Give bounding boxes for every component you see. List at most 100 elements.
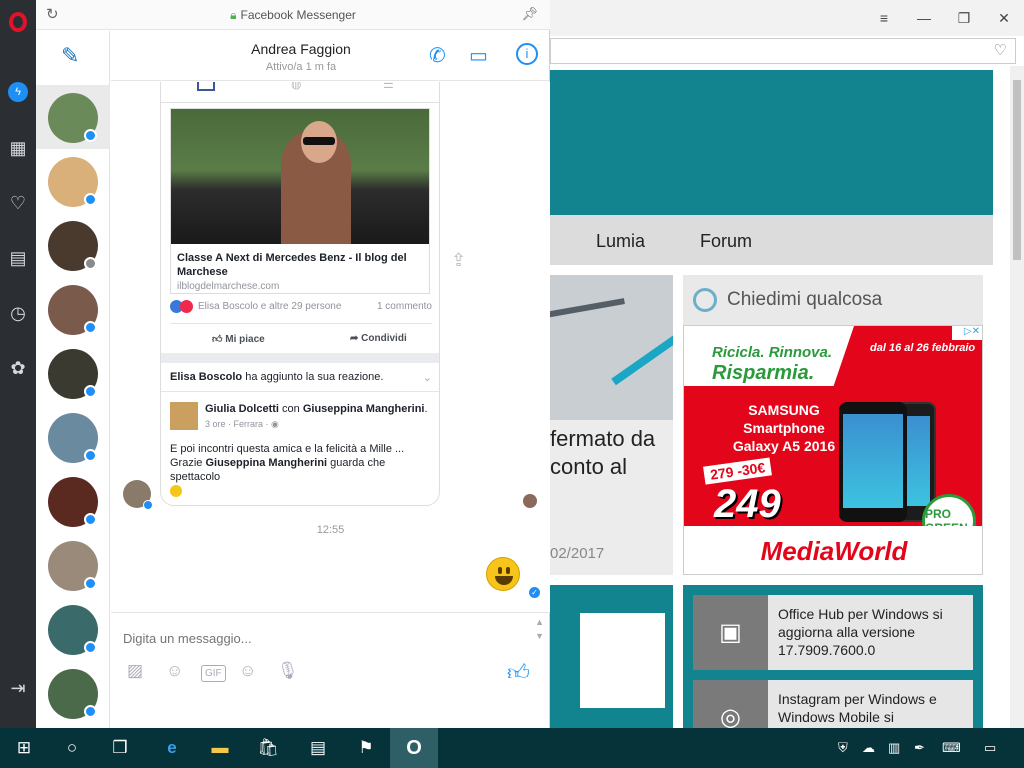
like-button[interactable]: 👍︎ Mi piace <box>212 333 265 345</box>
opera-menu-button[interactable] <box>0 4 36 40</box>
onedrive-icon[interactable]: ☁ <box>862 740 875 756</box>
bookmarks-button[interactable]: ♡ <box>0 185 36 221</box>
thumbs-up-send-icon[interactable]: 👍︎ <box>507 659 530 686</box>
sidebar-box: Chiedimi qualcosa ▷✕ Ricicla. Rinnova. R… <box>683 275 983 575</box>
page-scrollbar[interactable] <box>1010 66 1024 728</box>
thumb-up-icon: 👍︎ <box>212 334 223 345</box>
start-button[interactable]: ⊞ <box>0 728 48 768</box>
edge-icon: e <box>167 738 177 757</box>
news-item-title: Office Hub per Windows si aggiorna alla … <box>778 606 943 658</box>
puzzle-icon: ✿ <box>10 357 26 378</box>
friend-post: Giulia Dolcetti con Giuseppina Mangherin… <box>161 391 439 498</box>
shared-post-card[interactable]: ◍ ☰ Classe A Next di Mercedes Benz - Il … <box>160 82 440 506</box>
conversation-item[interactable] <box>36 277 110 341</box>
smiley-emoji-message <box>486 557 520 591</box>
windows-app-taskbar-button[interactable]: ⚑ <box>342 728 390 768</box>
console-image <box>580 613 665 708</box>
sticker-icon[interactable]: ☺ <box>166 661 183 681</box>
link-preview[interactable]: Classe A Next di Mercedes Benz - Il blog… <box>170 108 430 294</box>
pen-icon[interactable]: ✒ <box>914 740 925 756</box>
tab-menu-icon[interactable]: ≡ <box>864 10 904 26</box>
edge-taskbar-button[interactable]: e <box>148 728 196 768</box>
scrollbar-thumb[interactable] <box>1013 80 1021 260</box>
restore-button[interactable]: ❐ <box>944 10 984 27</box>
conversation-item[interactable] <box>36 85 110 149</box>
conversation-item[interactable] <box>36 405 110 469</box>
compose-icon[interactable]: ✎ <box>61 43 79 69</box>
extensions-button[interactable]: ✿ <box>0 350 36 386</box>
conversation-item[interactable] <box>36 213 110 277</box>
history-button[interactable]: ◷ <box>0 295 36 331</box>
windows-logo-icon: ⊞ <box>16 738 32 757</box>
messenger-panel: ↻ 🔒︎ Facebook Messenger 📌︎ ✎ Andrea Faggi… <box>36 0 550 728</box>
news-taskbar-button[interactable]: ▤ <box>294 728 342 768</box>
comments-count[interactable]: 1 commento <box>377 301 432 312</box>
pin-icon[interactable]: 📌︎ <box>521 6 538 22</box>
messenger-badge-icon <box>84 513 97 526</box>
messenger-badge-icon <box>84 641 97 654</box>
composer-scroll-arrows[interactable]: ▲ ▼ <box>535 615 544 643</box>
chevron-down-icon[interactable]: ⌄ <box>423 371 432 384</box>
post-meta: 3 ore · Ferrara · ◉ <box>205 419 279 429</box>
office-icon: ▣ <box>693 595 768 670</box>
share-button[interactable]: ➦ Condividi <box>350 333 407 344</box>
adchoices-icon[interactable]: ▷✕ <box>952 326 982 340</box>
task-view-icon: ❒ <box>112 738 128 757</box>
separator <box>161 353 439 363</box>
nav-forum[interactable]: Forum <box>700 231 752 252</box>
video-call-icon[interactable]: ▭ <box>469 43 488 68</box>
message-input[interactable] <box>123 631 513 646</box>
love-reaction-icon <box>180 300 193 313</box>
arrow-right-bar-icon: ⇥ <box>10 677 26 698</box>
search-button[interactable]: ○ <box>48 728 96 768</box>
conversation-item[interactable] <box>36 533 110 597</box>
article-card[interactable]: fermato da conto al 02/2017 <box>550 275 673 575</box>
conversation-item[interactable] <box>36 341 110 405</box>
cortana-search[interactable]: Chiedimi qualcosa <box>683 275 983 325</box>
emoji-icon[interactable]: ☺ <box>239 661 256 681</box>
globe-icon[interactable]: ◍ <box>291 82 301 91</box>
conversation-item[interactable] <box>36 149 110 213</box>
minimize-button[interactable]: — <box>904 10 944 26</box>
collapse-sidebar-button[interactable]: ⇥ <box>0 670 36 706</box>
conversation-item[interactable] <box>36 661 110 725</box>
messenger-sidebar-button[interactable]: ϟ <box>0 74 36 110</box>
windows-flag-icon: ⚑ <box>358 738 374 757</box>
menu-icon[interactable]: ☰ <box>383 82 394 91</box>
explorer-taskbar-button[interactable]: ▬ <box>196 728 244 768</box>
gif-button[interactable]: GIF <box>201 665 226 682</box>
news-button[interactable]: ▤ <box>0 240 36 276</box>
chat-messages: ◍ ☰ Classe A Next di Mercedes Benz - Il … <box>111 82 550 612</box>
defender-icon[interactable]: ⛨ <box>838 740 848 756</box>
ad-product: SAMSUNG Smartphone Galaxy A5 2016 <box>732 402 836 454</box>
info-icon[interactable]: i <box>516 43 538 65</box>
clock-icon: ◷ <box>10 302 26 323</box>
address-bar[interactable]: ♡ <box>550 38 1016 64</box>
feed-tab-icon[interactable] <box>197 82 215 91</box>
conversation-item[interactable] <box>36 469 110 533</box>
share-icon[interactable]: ⇪ <box>451 250 466 271</box>
conversation-item[interactable] <box>36 597 110 661</box>
action-center-icon[interactable]: ▭ <box>984 740 996 756</box>
bookmark-heart-icon[interactable]: ♡ <box>994 41 1007 59</box>
close-button[interactable]: ✕ <box>984 10 1024 27</box>
store-taskbar-button[interactable]: 🛍︎ <box>244 728 292 768</box>
microphone-icon[interactable]: 🎙︎ <box>277 661 299 681</box>
nav-lumia[interactable]: Lumia <box>596 231 645 252</box>
post-author: Giulia Dolcetti con Giuseppina Mangherin… <box>205 403 428 415</box>
reactions-count[interactable]: Elisa Boscolo e altre 29 persone <box>198 301 341 312</box>
messenger-icon: ϟ <box>8 82 28 102</box>
news-item[interactable]: ▣ Office Hub per Windows si aggiorna all… <box>693 595 973 670</box>
network-icon[interactable]: ▥ <box>888 740 900 756</box>
photo-icon[interactable]: ▨ <box>127 661 143 681</box>
task-view-button[interactable]: ❒ <box>96 728 144 768</box>
speed-dial-button[interactable]: ▦ <box>0 130 36 166</box>
post-author-avatar[interactable] <box>170 402 198 430</box>
keyboard-icon[interactable]: ⌨ <box>942 740 961 756</box>
cortana-icon <box>693 288 717 312</box>
heart-icon: ♡ <box>9 192 27 213</box>
phone-call-icon[interactable]: ✆ <box>429 43 446 68</box>
opera-taskbar-button[interactable]: O <box>390 728 438 768</box>
advertisement[interactable]: ▷✕ Ricicla. Rinnova. Risparmia. dal 16 a… <box>683 325 983 575</box>
article-card-2[interactable] <box>550 585 673 728</box>
